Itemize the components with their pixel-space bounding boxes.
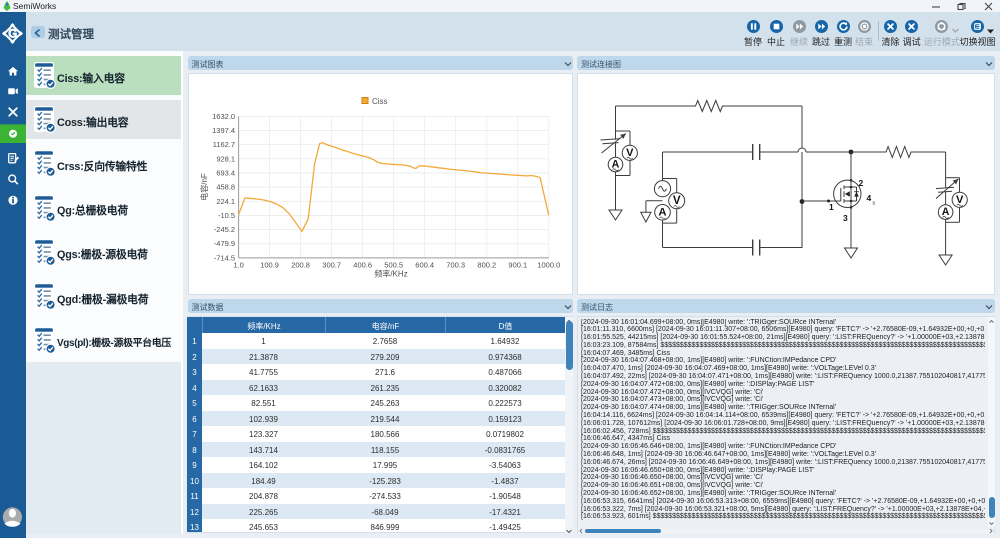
svg-text:400.6: 400.6 <box>353 260 372 269</box>
svg-text:2: 2 <box>859 178 864 188</box>
svg-text:300.7: 300.7 <box>322 260 341 269</box>
svg-text:Ciss: Ciss <box>372 97 388 106</box>
svg-text:V: V <box>673 194 681 207</box>
svg-text:693.4: 693.4 <box>216 169 235 178</box>
svg-text:-479.9: -479.9 <box>214 239 235 248</box>
svg-text:频率/KHz: 频率/KHz <box>374 269 407 279</box>
svg-text:800.2: 800.2 <box>477 260 496 269</box>
svg-text:900.1: 900.1 <box>508 260 527 269</box>
svg-text:-10.5: -10.5 <box>218 211 235 220</box>
svg-text:G: G <box>8 29 17 41</box>
svg-text:A: A <box>658 207 666 219</box>
svg-text:V: V <box>956 194 964 206</box>
svg-text:600.4: 600.4 <box>415 260 434 269</box>
svg-text:4: 4 <box>867 193 872 203</box>
svg-text:A: A <box>942 206 950 218</box>
svg-text:100.9: 100.9 <box>260 260 279 269</box>
svg-text:电容/nF: 电容/nF <box>199 173 209 201</box>
svg-text:-245.2: -245.2 <box>214 225 235 234</box>
svg-text:1: 1 <box>829 202 834 212</box>
svg-text:A: A <box>612 159 620 171</box>
svg-text:s: s <box>873 201 876 207</box>
svg-text:V: V <box>626 147 634 159</box>
svg-text:1162.7: 1162.7 <box>213 140 235 149</box>
svg-text:700.3: 700.3 <box>446 260 465 269</box>
svg-text:1632.0: 1632.0 <box>212 112 235 121</box>
svg-text:1.0: 1.0 <box>233 260 243 269</box>
svg-text:500.5: 500.5 <box>384 260 403 269</box>
svg-text:1000.0: 1000.0 <box>537 260 560 269</box>
svg-text:-714.5: -714.5 <box>214 253 235 262</box>
svg-text:224.1: 224.1 <box>216 197 235 206</box>
svg-text:1397.4: 1397.4 <box>212 126 235 135</box>
svg-text:458.8: 458.8 <box>216 183 235 192</box>
svg-text:928.1: 928.1 <box>216 154 235 163</box>
svg-text:200.8: 200.8 <box>291 260 310 269</box>
svg-text:3: 3 <box>843 213 848 223</box>
